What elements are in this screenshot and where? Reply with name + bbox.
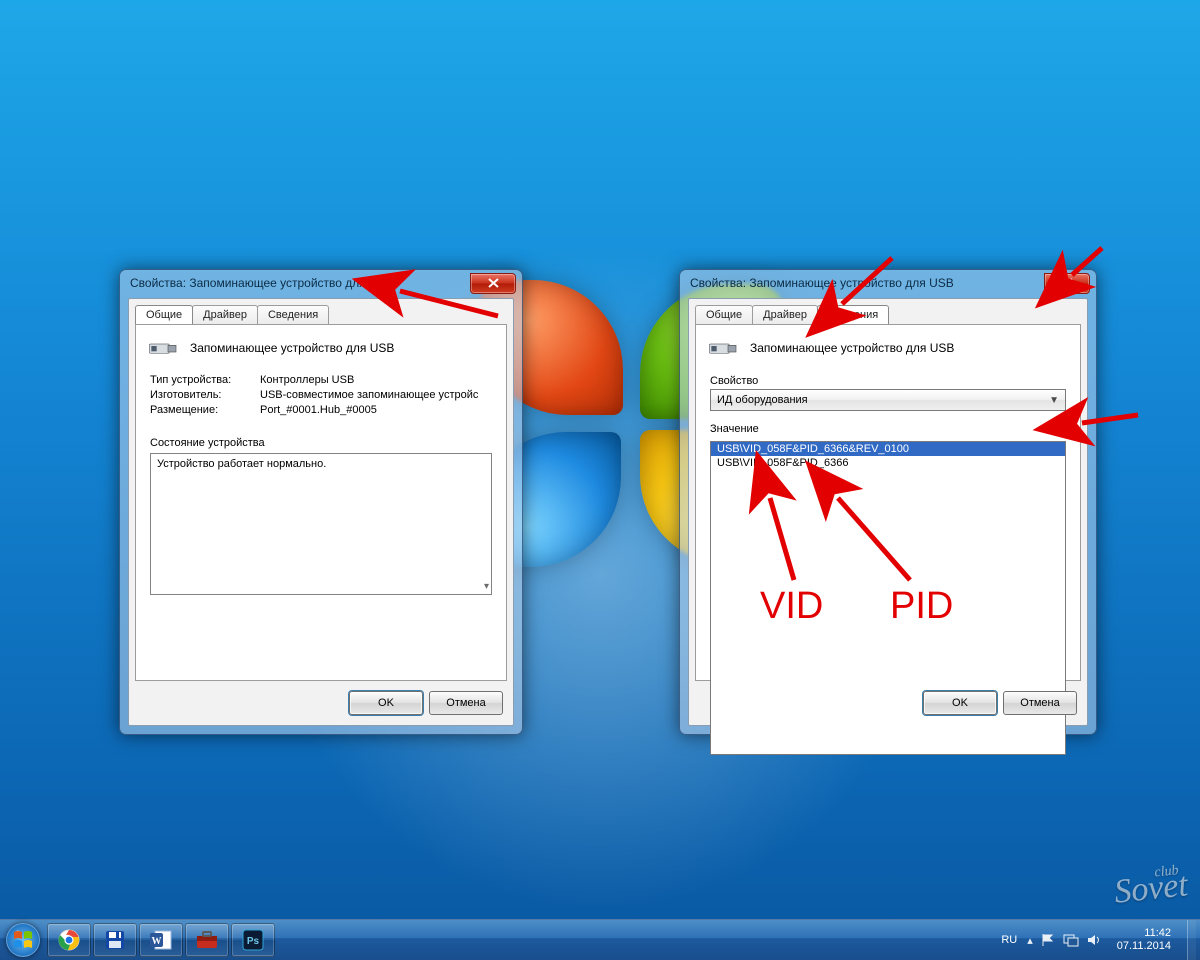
label-loc: Размещение: [150, 404, 260, 416]
device-name: Запоминающее устройство для USB [750, 341, 954, 355]
tray-time[interactable]: 11:42 [1144, 927, 1171, 940]
usb-device-icon [148, 337, 180, 359]
label-property: Свойство [696, 365, 1080, 389]
annotation-pid: PID [890, 585, 953, 628]
scroll-down-icon[interactable]: ▾ [484, 581, 489, 592]
chevron-down-icon: ▼ [1049, 395, 1059, 406]
window-title: Свойства: Запоминающее устройство для US… [130, 270, 394, 296]
taskbar-app-photoshop[interactable]: Ps [231, 923, 275, 957]
tab-strip: Общие Драйвер Сведения [135, 305, 328, 324]
window-title: Свойства: Запоминающее устройство для US… [690, 270, 954, 296]
tab-page-details: Запоминающее устройство для USB Свойство… [695, 324, 1081, 681]
floppy-icon [104, 929, 126, 951]
ok-button[interactable]: OK [923, 691, 997, 715]
word-icon: W [149, 929, 173, 951]
tab-driver[interactable]: Драйвер [192, 305, 258, 324]
property-combobox-value: ИД оборудования [717, 394, 808, 406]
device-status-textarea[interactable]: Устройство работает нормально. ▾ [150, 453, 492, 595]
label-device-status: Состояние устройства [136, 437, 506, 449]
list-item[interactable]: USB\VID_058F&PID_6366 [711, 456, 1065, 470]
tray-date[interactable]: 07.11.2014 [1117, 940, 1171, 953]
tab-page-general: Запоминающее устройство для USB Тип устр… [135, 324, 507, 681]
label-mfr: Изготовитель: [150, 389, 260, 401]
tab-general[interactable]: Общие [135, 305, 193, 324]
volume-icon[interactable] [1087, 933, 1101, 947]
properties-dialog-general[interactable]: Свойства: Запоминающее устройство для US… [119, 269, 523, 735]
dialog-client: Общие Драйвер Сведения Запоминающее устр… [128, 298, 514, 726]
device-name: Запоминающее устройство для USB [190, 341, 394, 355]
titlebar[interactable]: Свойства: Запоминающее устройство для US… [120, 270, 522, 296]
ok-button[interactable]: OK [349, 691, 423, 715]
annotation-vid: VID [760, 585, 823, 628]
svg-text:Ps: Ps [247, 936, 260, 947]
device-properties: Тип устройства:Контроллеры USB Изготовит… [136, 365, 506, 429]
tab-driver[interactable]: Драйвер [752, 305, 818, 324]
taskbar-app-save[interactable] [93, 923, 137, 957]
start-button[interactable] [0, 920, 46, 960]
tab-details[interactable]: Сведения [817, 305, 889, 324]
titlebar[interactable]: Свойства: Запоминающее устройство для US… [680, 270, 1096, 296]
property-combobox[interactable]: ИД оборудования ▼ [710, 389, 1066, 411]
cancel-button[interactable]: Отмена [429, 691, 503, 715]
flag-icon[interactable] [1041, 933, 1055, 947]
close-button[interactable] [470, 273, 516, 294]
taskbar-app-toolbox[interactable] [185, 923, 229, 957]
dialog-client: Общие Драйвер Сведения Запоминающее устр… [688, 298, 1088, 726]
tab-general[interactable]: Общие [695, 305, 753, 324]
value-type: Контроллеры USB [260, 374, 354, 386]
toolbox-icon [195, 930, 219, 950]
label-type: Тип устройства: [150, 374, 260, 386]
close-button[interactable] [1044, 273, 1090, 294]
tray-language[interactable]: RU [1001, 934, 1017, 946]
desktop: Свойства: Запоминающее устройство для US… [0, 0, 1200, 960]
chrome-icon [58, 929, 80, 951]
svg-text:W: W [152, 936, 162, 947]
windows-logo-icon [12, 929, 34, 951]
watermark-big: Sovet [1113, 866, 1190, 910]
close-icon [488, 278, 499, 288]
tab-strip: Общие Драйвер Сведения [695, 305, 888, 324]
list-item[interactable]: USB\VID_058F&PID_6366&REV_0100 [711, 442, 1065, 456]
tray-show-hidden-icon[interactable]: ▴ [1027, 934, 1033, 947]
label-value: Значение [696, 411, 1080, 437]
value-mfr: USB-совместимое запоминающее устройс [260, 389, 478, 401]
tab-details[interactable]: Сведения [257, 305, 329, 324]
taskbar[interactable]: W Ps RU ▴ 11:42 07.11.2014 [0, 919, 1200, 960]
taskbar-app-chrome[interactable] [47, 923, 91, 957]
taskbar-app-word[interactable]: W [139, 923, 183, 957]
watermark: club Sovet [1112, 862, 1190, 911]
device-status-text: Устройство работает нормально. [157, 458, 326, 470]
close-icon [1062, 278, 1073, 288]
watermark-small: club [1154, 862, 1187, 881]
system-tray[interactable]: RU ▴ 11:42 07.11.2014 [1001, 920, 1200, 960]
properties-dialog-details[interactable]: Свойства: Запоминающее устройство для US… [679, 269, 1097, 735]
network-icon[interactable] [1063, 934, 1079, 947]
show-desktop-button[interactable] [1187, 920, 1196, 960]
cancel-button[interactable]: Отмена [1003, 691, 1077, 715]
usb-device-icon [708, 337, 740, 359]
value-loc: Port_#0001.Hub_#0005 [260, 404, 377, 416]
photoshop-icon: Ps [242, 929, 264, 951]
